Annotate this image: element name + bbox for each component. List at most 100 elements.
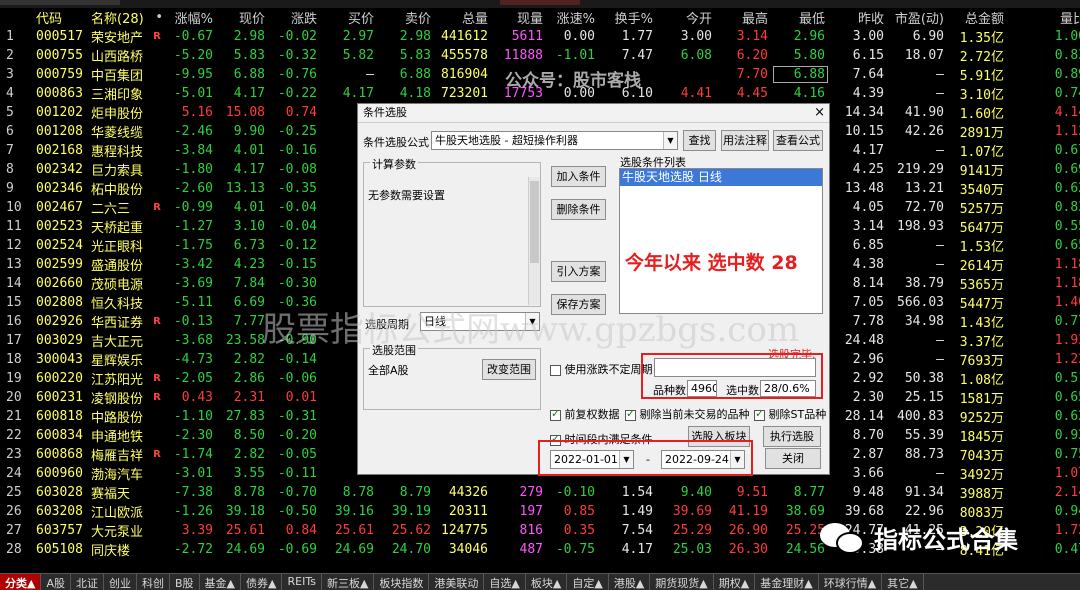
tab-item[interactable]: 环球行情▲: [819, 574, 883, 590]
table-cell: 19: [6, 371, 22, 386]
column-header[interactable]: 涨速%: [547, 8, 599, 27]
tab-item[interactable]: 北证: [71, 574, 104, 590]
table-cell: 1.93: [1054, 333, 1080, 348]
table-cell: 300043: [36, 352, 83, 367]
column-header[interactable]: 市盈(动): [888, 8, 948, 27]
column-header[interactable]: 现价: [217, 8, 269, 27]
column-header[interactable]: 买价: [321, 8, 378, 27]
checkbox[interactable]: [550, 407, 561, 421]
tab-item[interactable]: 板块指数: [374, 574, 430, 590]
period-select[interactable]: 日线 ▼: [420, 312, 540, 331]
checkbox[interactable]: [550, 364, 561, 376]
params-text: 无参数需要设置: [368, 189, 445, 202]
table-cell: 8.77: [793, 485, 825, 500]
tab-item[interactable]: 期货现货▲: [650, 574, 714, 590]
table-cell: 3.10亿: [959, 88, 1004, 103]
column-header[interactable]: 今开: [657, 8, 716, 27]
table-row[interactable]: 1 000517 荣安地产 R -0.67 2.98 -0.02 2.97 2.98 441612…: [0, 27, 1080, 46]
view-formula-button[interactable]: 查看公式: [773, 130, 823, 151]
import-scheme-button[interactable]: 引入方案: [551, 261, 606, 282]
params-scrollbar[interactable]: [528, 177, 540, 305]
table-row[interactable]: 3 000759 中百集团 -9.95 6.88 -0.76 — 6.88 816904 7.70…: [0, 65, 1080, 84]
table-row[interactable]: 25 603028 赛福天 -7.38 8.78 -0.70 8.78 8.79 44326 27…: [0, 483, 1080, 502]
untraded-checkbox[interactable]: 剔除当前未交易的品种: [625, 406, 750, 422]
table-cell: 3.14: [736, 29, 768, 44]
column-header[interactable]: 现量: [492, 8, 547, 27]
table-cell: 279: [519, 485, 543, 500]
tab-item[interactable]: 其它▲: [882, 574, 924, 590]
table-header[interactable]: 代码 名称(28) • 涨幅% 现价 涨跌 买价 卖价 总量 现量 涨速% 换手% 今开 最高 最低 昨收 市盈…: [0, 8, 1080, 27]
tab-item[interactable]: 板块▲: [526, 574, 568, 590]
tab-item[interactable]: B股: [170, 574, 200, 590]
table-cell: 0.92: [1054, 428, 1080, 443]
tab-item[interactable]: 新三板▲: [322, 574, 375, 590]
add-condition-button[interactable]: 加入条件: [551, 166, 606, 187]
table-cell: 28.14: [844, 409, 884, 424]
table-cell: 23: [6, 447, 22, 462]
exclude-st-checkbox[interactable]: 剔除ST品种: [754, 406, 826, 422]
tab-item[interactable]: 债券▲: [241, 574, 283, 590]
prerights-checkbox[interactable]: 前复权数据: [550, 406, 620, 422]
table-row[interactable]: 4 000863 三湘印象 -5.01 4.17 -0.22 4.17 4.18 723201 1…: [0, 84, 1080, 103]
table-cell: 光正眼科: [91, 240, 144, 255]
column-header[interactable]: 总量: [435, 8, 492, 27]
dialog-title: 条件选股: [363, 106, 407, 119]
checkbox[interactable]: [754, 407, 765, 421]
tab-item[interactable]: 港美联动: [429, 574, 485, 590]
checkbox[interactable]: [625, 407, 636, 421]
table-cell: 0.85: [563, 504, 595, 519]
column-header[interactable]: 名称(28): [85, 8, 147, 27]
column-header[interactable]: 昨收: [829, 8, 888, 27]
delete-condition-button[interactable]: 删除条件: [551, 199, 606, 220]
tab-item[interactable]: REITs: [282, 574, 322, 590]
column-header[interactable]: 最低: [772, 8, 829, 27]
usage-notes-button[interactable]: 用法注释: [721, 130, 769, 151]
column-header[interactable]: 最高: [716, 8, 772, 27]
table-cell: —: [936, 143, 944, 158]
find-button[interactable]: 查找: [683, 130, 716, 151]
column-header[interactable]: •: [147, 8, 167, 27]
close-icon[interactable]: ×: [814, 104, 825, 122]
table-cell: -0.15: [277, 257, 317, 272]
tab-item[interactable]: 基金理财▲: [755, 574, 819, 590]
column-header[interactable]: 涨跌: [269, 8, 321, 27]
condition-list[interactable]: 牛股天地选股 日线 今年以来 选中数 28: [619, 168, 823, 314]
table-cell: 17: [6, 333, 22, 348]
scrollbar-thumb[interactable]: [530, 181, 539, 263]
formula-select[interactable]: 牛股天地选股 - 超短操作利器 ▼: [431, 131, 678, 150]
tab-item[interactable]: 期权▲: [714, 574, 756, 590]
tab-item[interactable]: A股: [41, 574, 71, 590]
chevron-down-icon[interactable]: ▼: [663, 132, 677, 149]
column-header[interactable]: 总金额: [948, 8, 1008, 27]
execute-button[interactable]: 执行选股: [763, 426, 821, 447]
tab-item[interactable]: 自选▲: [484, 574, 526, 590]
condition-list-item[interactable]: 牛股天地选股 日线: [620, 169, 822, 186]
column-header[interactable]: 代码: [30, 8, 85, 27]
column-header[interactable]: [0, 8, 30, 27]
table-row[interactable]: 26 603208 江山欧派 -1.26 39.18 -0.50 39.16 39.19 203…: [0, 502, 1080, 521]
column-header[interactable]: 换手%: [599, 8, 657, 27]
tab-item[interactable]: 科创: [137, 574, 170, 590]
tab-item[interactable]: 基金▲: [200, 574, 242, 590]
column-header[interactable]: 涨幅%: [167, 8, 217, 27]
table-row[interactable]: 2 000755 山西路桥 -5.20 5.83 -0.32 5.82 5.83 455578 1…: [0, 46, 1080, 65]
table-cell: -0.10: [555, 485, 595, 500]
table-cell: 茂硕电源: [91, 278, 144, 293]
change-range-button[interactable]: 改变范围: [482, 359, 536, 380]
column-header[interactable]: 卖价: [378, 8, 435, 27]
tab-item[interactable]: 创业: [104, 574, 137, 590]
table-cell: -1.80: [173, 162, 213, 177]
uncertain-period-checkbox[interactable]: 使用涨跌不定周期: [550, 361, 653, 377]
column-header[interactable]: 量比: [1008, 8, 1080, 27]
tab-item[interactable]: 自定▲: [567, 574, 609, 590]
table-cell: 9141万: [959, 164, 1004, 179]
save-scheme-button[interactable]: 保存方案: [551, 294, 606, 315]
tab-item[interactable]: 港股▲: [609, 574, 651, 590]
tab-item[interactable]: 分类▲: [0, 574, 42, 590]
close-button[interactable]: 关闭: [765, 448, 821, 469]
chevron-down-icon[interactable]: ▼: [525, 313, 539, 330]
table-cell: 002660: [36, 276, 83, 291]
table-cell: 二六三: [91, 202, 131, 217]
table-cell: -0.75: [555, 542, 595, 557]
table-cell: -0.76: [277, 67, 317, 82]
